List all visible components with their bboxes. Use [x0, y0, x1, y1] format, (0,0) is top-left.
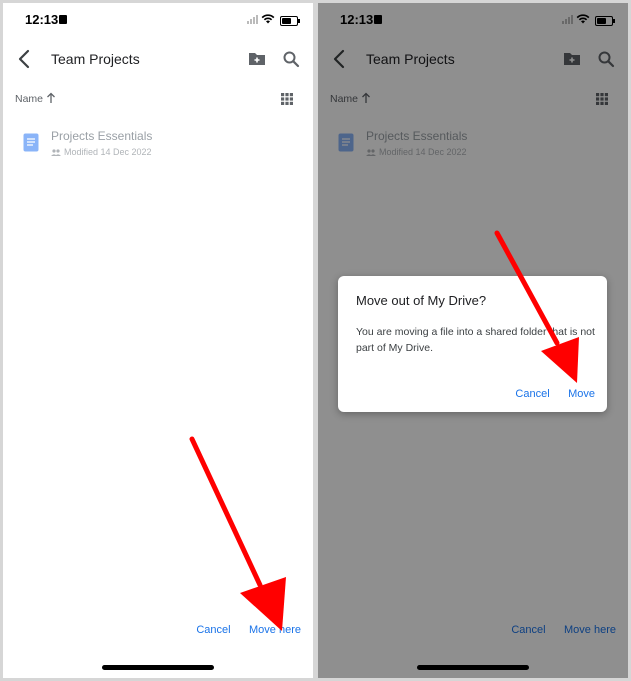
screen-move-confirm: 12:13 Team Projects Name Projects Essent… — [318, 3, 628, 678]
app-bar: Team Projects — [3, 43, 313, 75]
screen-move-picker: 12:13 Team Projects Name Projects Essent… — [3, 3, 313, 678]
dialog-title: Move out of My Drive? — [356, 293, 487, 308]
move-confirm-dialog: Move out of My Drive? You are moving a f… — [338, 276, 607, 412]
status-time: 12:13 — [25, 12, 59, 27]
file-modified-text: Modified 14 Dec 2022 — [64, 147, 152, 157]
home-indicator — [102, 665, 214, 670]
search-icon[interactable] — [282, 50, 300, 68]
move-here-button[interactable]: Move here — [249, 624, 301, 636]
id-card-icon — [59, 15, 67, 24]
arrow-up-icon[interactable] — [46, 92, 56, 104]
wifi-icon — [261, 14, 275, 24]
file-modified: Modified 14 Dec 2022 — [51, 147, 152, 157]
battery-icon — [280, 16, 300, 26]
dialog-cancel-button[interactable]: Cancel — [515, 388, 549, 400]
dialog-actions: Cancel Move — [501, 384, 595, 402]
status-bar: 12:13 — [3, 3, 313, 37]
red-arrow-annotation — [189, 436, 286, 631]
shared-people-icon — [51, 149, 61, 157]
grid-view-icon[interactable] — [281, 93, 293, 105]
back-arrow-icon[interactable] — [15, 48, 35, 70]
bottom-actions: Cancel Move here — [182, 620, 301, 636]
dialog-move-button[interactable]: Move — [568, 388, 595, 400]
file-name: Projects Essentials — [51, 129, 153, 143]
page-title: Team Projects — [51, 51, 140, 67]
sort-row: Name — [15, 91, 301, 109]
google-docs-icon — [23, 133, 39, 152]
sort-by-name-label[interactable]: Name — [15, 93, 43, 105]
new-folder-icon[interactable] — [248, 51, 266, 66]
list-item: Projects Essentials Modified 14 Dec 2022 — [3, 127, 313, 165]
cancel-button[interactable]: Cancel — [196, 624, 230, 636]
dialog-message: You are moving a file into a shared fold… — [356, 326, 595, 354]
signal-icon — [247, 15, 259, 24]
